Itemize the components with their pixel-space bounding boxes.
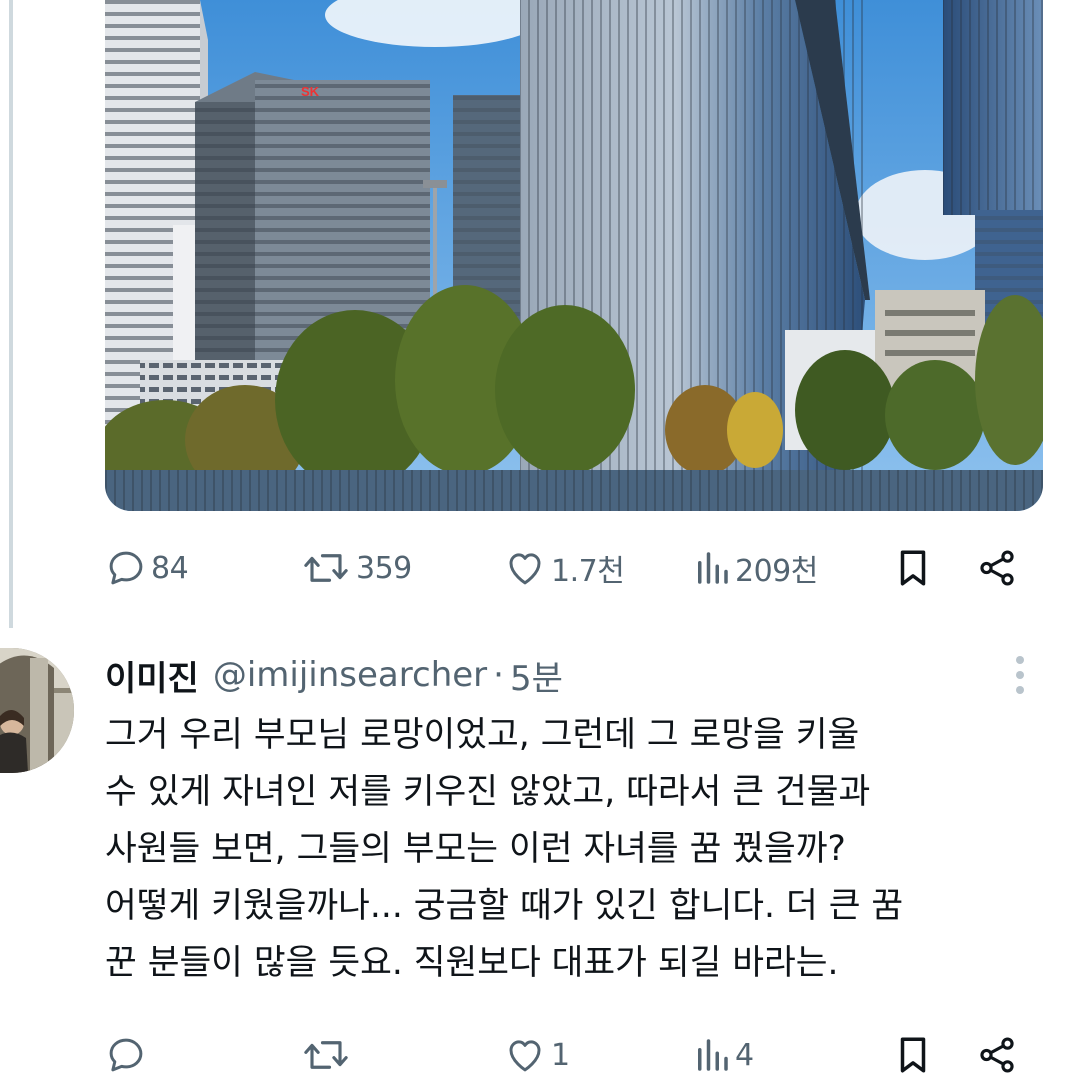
city-buildings-photo: SK xyxy=(105,0,1043,511)
like-button[interactable]: 1.7천 xyxy=(503,543,625,593)
reply-text-line: 꾼 분들이 많을 듯요. 직원보다 대표가 되길 바라는. xyxy=(105,943,839,983)
tweet-image[interactable]: SK xyxy=(105,0,1043,511)
avatar[interactable] xyxy=(0,648,74,773)
heart-icon xyxy=(509,1040,541,1072)
svg-text:SK: SK xyxy=(301,84,320,99)
reply-button[interactable]: 84 xyxy=(105,543,189,593)
user-handle[interactable]: @imijinsearcher xyxy=(213,655,487,695)
retweet-button[interactable]: 359 xyxy=(300,543,412,593)
separator-dot: · xyxy=(493,655,504,695)
reply-header: 이미진 @imijinsearcher · 5분 xyxy=(105,650,563,700)
retweet-icon xyxy=(304,1041,348,1069)
reply-count: 84 xyxy=(151,550,189,586)
more-options-icon[interactable] xyxy=(1008,656,1032,698)
bookmark-icon xyxy=(900,550,926,586)
reply-text-line: 어떻게 키웠을까나... 궁금할 때가 있긴 합니다. 더 큰 꿈 xyxy=(105,886,904,926)
reply-icon xyxy=(109,551,143,585)
retweet-count: 359 xyxy=(356,550,412,586)
view-count: 209천 xyxy=(735,554,818,589)
views-button[interactable]: 4 xyxy=(693,1030,754,1080)
timestamp[interactable]: 5분 xyxy=(510,651,563,700)
retweet-icon xyxy=(304,554,348,582)
share-button[interactable] xyxy=(975,543,1019,593)
bar-chart-icon xyxy=(698,1039,728,1071)
reply-button[interactable] xyxy=(105,1030,151,1080)
reply-text-line: 사원들 보면, 그들의 부모는 이런 자녀를 꿈 꿨을까? xyxy=(105,829,846,869)
retweet-button[interactable] xyxy=(300,1030,356,1080)
bookmark-button[interactable] xyxy=(893,1030,933,1080)
share-icon xyxy=(980,550,1014,586)
reply-text-line: 수 있게 자녀인 저를 키우진 않았고, 따라서 큰 건물과 xyxy=(105,772,871,812)
thread-connector-line xyxy=(9,0,13,628)
heart-icon xyxy=(509,553,541,585)
like-count: 1.7천 xyxy=(551,554,625,589)
like-count: 1 xyxy=(551,1037,570,1073)
bookmark-icon xyxy=(900,1037,926,1073)
reply-text-line: 그거 우리 부모님 로망이었고, 그런데 그 로망을 키울 xyxy=(105,715,860,755)
like-button[interactable]: 1 xyxy=(503,1030,570,1080)
reply-icon xyxy=(109,1038,143,1072)
display-name[interactable]: 이미진 xyxy=(105,651,199,700)
tweet-action-bar: 84 359 1.7천 209천 xyxy=(105,543,1043,593)
views-button[interactable]: 209천 xyxy=(693,543,818,593)
share-icon xyxy=(980,1037,1014,1073)
reply-text: 그거 우리 부모님 로망이었고, 그런데 그 로망을 키울 수 있게 자녀인 저… xyxy=(105,707,1035,992)
share-button[interactable] xyxy=(975,1030,1019,1080)
bookmark-button[interactable] xyxy=(893,543,933,593)
user-avatar-photo xyxy=(0,648,74,773)
view-count: 4 xyxy=(735,1037,754,1073)
reply-action-bar: 1 4 xyxy=(105,1030,1043,1080)
bar-chart-icon xyxy=(698,552,728,584)
